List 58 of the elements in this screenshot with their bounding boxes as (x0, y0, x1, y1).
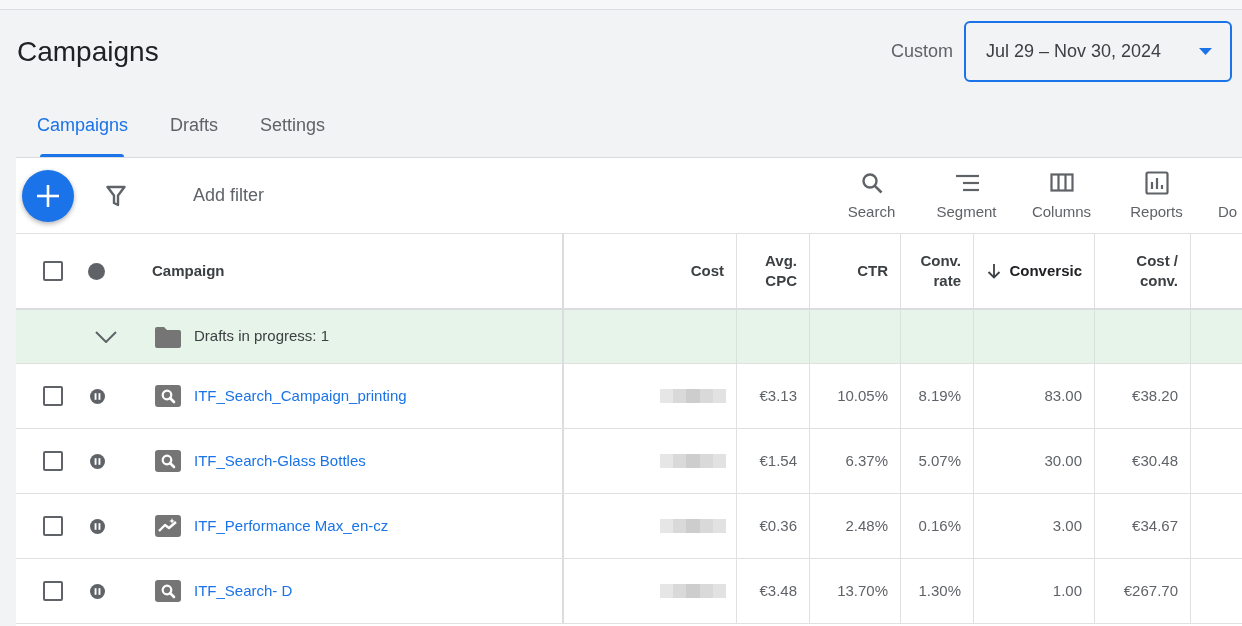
tab[interactable]: Drafts (149, 93, 240, 157)
table-cell-text: €267.70 (1123, 580, 1178, 601)
table-cell-text: 6.37% (845, 450, 888, 471)
table-cell-text: 0.16% (918, 515, 961, 536)
checkbox[interactable] (43, 451, 63, 471)
search-icon (859, 170, 884, 195)
tab[interactable]: Settings (239, 93, 347, 157)
table-cell-text: €38.20 (1132, 385, 1178, 406)
add-filter-button[interactable]: Add filter (193, 182, 265, 209)
table-cell-text: €1.54 (759, 450, 797, 471)
table-cell-text: 83.00 (1044, 385, 1082, 406)
column-header[interactable]: Conv. rate (909, 251, 961, 291)
checkbox[interactable] (43, 386, 63, 406)
date-range-dropdown[interactable]: Jul 29 – Nov 30, 2024 (964, 21, 1232, 82)
campaign-name-link[interactable]: ITF_Search_Campaign_printing (194, 384, 407, 408)
table-cell-text: €3.13 (759, 385, 797, 406)
page-title: Campaigns (17, 37, 159, 66)
tab[interactable]: Campaigns (16, 93, 150, 157)
table-cell-text: €0.36 (759, 515, 797, 536)
checkbox[interactable] (43, 516, 63, 536)
column-header[interactable]: Cost / conv. (1103, 251, 1178, 291)
table-cell-text: 13.70% (837, 580, 888, 601)
table-cell-text: €30.48 (1132, 450, 1178, 471)
campaign-name-link[interactable]: ITF_Search- D (194, 579, 293, 603)
table-cell-text: 2.48% (845, 515, 888, 536)
toolbar-button[interactable]: Segment (919, 170, 1014, 221)
checkbox[interactable] (43, 581, 63, 601)
column-header[interactable]: Cost (690, 261, 724, 281)
caret-down-icon (1199, 48, 1212, 55)
plus-icon (37, 184, 59, 207)
table-cell-text: 10.05% (837, 385, 888, 406)
column-header[interactable]: Campaign (152, 259, 225, 283)
table-cell-text: 30.00 (1044, 450, 1082, 471)
toolbar-button[interactable]: Reports (1109, 170, 1204, 221)
toolbar-button[interactable]: Do (1218, 170, 1242, 221)
table-cell-text: 1.30% (918, 580, 961, 601)
toolbar-button[interactable]: Search (824, 170, 919, 221)
toolbar-button[interactable]: Columns (1014, 170, 1109, 221)
checkbox[interactable] (43, 261, 63, 281)
column-header[interactable]: CTR (857, 261, 888, 281)
column-header[interactable]: Conversic (1009, 261, 1082, 281)
table-cell-text: 1.00 (1052, 580, 1082, 601)
table-cell-text: €34.67 (1132, 515, 1178, 536)
bar-chart-icon (1144, 170, 1169, 195)
table-cell-text: 3.00 (1052, 515, 1082, 536)
table-cell-text: 5.07% (918, 450, 961, 471)
folder-icon (155, 325, 181, 348)
columns-icon (1049, 170, 1074, 195)
campaign-name-link[interactable]: ITF_Search-Glass Bottles (194, 449, 366, 473)
add-button[interactable] (22, 169, 74, 222)
table-cell-text: €3.48 (759, 580, 797, 601)
group-label: Drafts in progress: 1 (194, 326, 330, 347)
column-header[interactable]: Avg. CPC (745, 251, 797, 291)
date-range-label: Custom (891, 40, 953, 63)
chevron-down-icon[interactable] (95, 330, 117, 343)
campaign-name-link[interactable]: ITF_Performance Max_en-cz (194, 514, 389, 538)
filter-icon[interactable] (106, 184, 126, 207)
table-cell-text: 8.19% (918, 385, 961, 406)
